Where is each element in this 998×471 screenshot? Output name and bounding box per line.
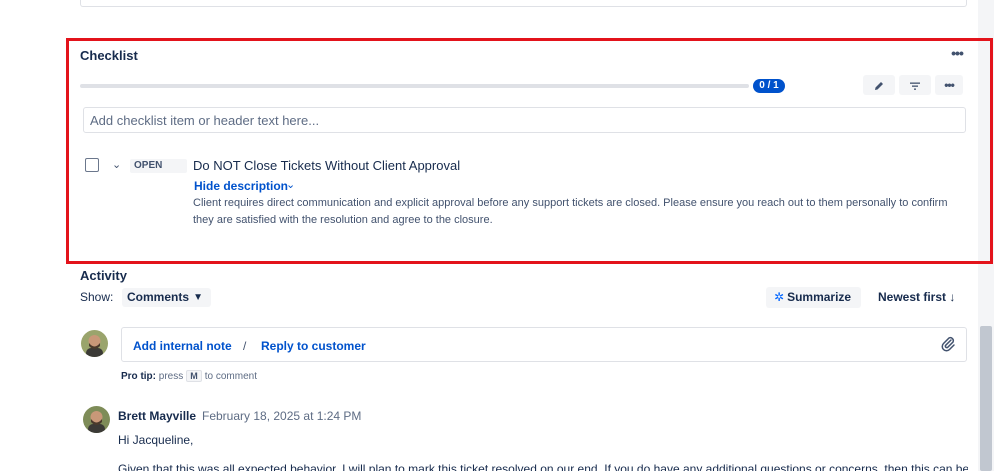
avatar xyxy=(81,330,108,357)
composer-separator: / xyxy=(243,339,247,353)
comment-greeting: Hi Jacqueline, xyxy=(118,433,194,447)
more-horizontal-icon: ••• xyxy=(944,78,955,92)
pencil-icon xyxy=(873,78,885,92)
comment-timestamp[interactable]: February 18, 2025 at 1:24 PM xyxy=(202,409,361,423)
filter-icon xyxy=(909,78,921,92)
sort-label: Newest first xyxy=(878,290,947,304)
highlight-box xyxy=(66,38,993,264)
show-filter-value: Comments xyxy=(127,290,190,304)
sort-icon: ↓ xyxy=(949,290,956,304)
activity-heading: Activity xyxy=(80,268,127,283)
filter-checklist-button[interactable] xyxy=(899,75,931,95)
checklist-progress-badge: 0 / 1 xyxy=(753,79,785,93)
chevron-down-icon[interactable]: ⌄ xyxy=(112,158,121,171)
hide-description-link[interactable]: Hide description xyxy=(194,179,288,193)
comment-composer[interactable]: Add internal note / Reply to customer xyxy=(121,327,967,362)
checklist-progress-bar xyxy=(80,84,749,88)
comment-body: Given that this was all expected behavio… xyxy=(118,462,968,471)
sort-order-button[interactable]: Newest first ↓ xyxy=(878,290,955,304)
show-label: Show: xyxy=(80,290,114,304)
paperclip-icon[interactable] xyxy=(940,336,956,357)
previous-panel xyxy=(80,0,967,7)
checklist-item-title[interactable]: Do NOT Close Tickets Without Client Appr… xyxy=(193,158,460,173)
pro-tip-label: Pro tip: xyxy=(121,371,156,382)
summarize-label: Summarize xyxy=(787,290,852,304)
reply-to-customer-link[interactable]: Reply to customer xyxy=(261,339,366,353)
checklist-title: Checklist xyxy=(80,48,138,63)
keyboard-key: M xyxy=(186,370,202,382)
pro-tip-text-before: press xyxy=(158,371,184,382)
summarize-button[interactable]: ✲ Summarize xyxy=(766,287,861,308)
status-badge[interactable]: OPEN xyxy=(130,159,187,173)
avatar xyxy=(83,406,110,433)
pro-tip-text-after: to comment xyxy=(204,371,257,382)
chevron-down-icon[interactable]: ⌄ xyxy=(286,178,295,191)
checklist-item-checkbox[interactable] xyxy=(85,158,99,172)
checklist-item-description: Client requires direct communication and… xyxy=(193,197,948,226)
pro-tip: Pro tip: press Mto comment xyxy=(121,370,257,382)
chevron-down-icon: ▼ xyxy=(193,292,203,303)
edit-checklist-button[interactable] xyxy=(863,75,895,95)
scrollbar-thumb[interactable] xyxy=(980,326,992,471)
checklist-toolbar-more-button[interactable]: ••• xyxy=(935,75,963,95)
comment-author[interactable]: Brett Mayville xyxy=(118,409,196,423)
show-filter-select[interactable]: Comments ▼ xyxy=(122,288,211,307)
sparkle-icon: ✲ xyxy=(774,290,785,304)
add-checklist-item-input[interactable] xyxy=(83,107,966,133)
add-internal-note-link[interactable]: Add internal note xyxy=(133,339,232,353)
checklist-more-icon[interactable]: ••• xyxy=(946,46,968,64)
